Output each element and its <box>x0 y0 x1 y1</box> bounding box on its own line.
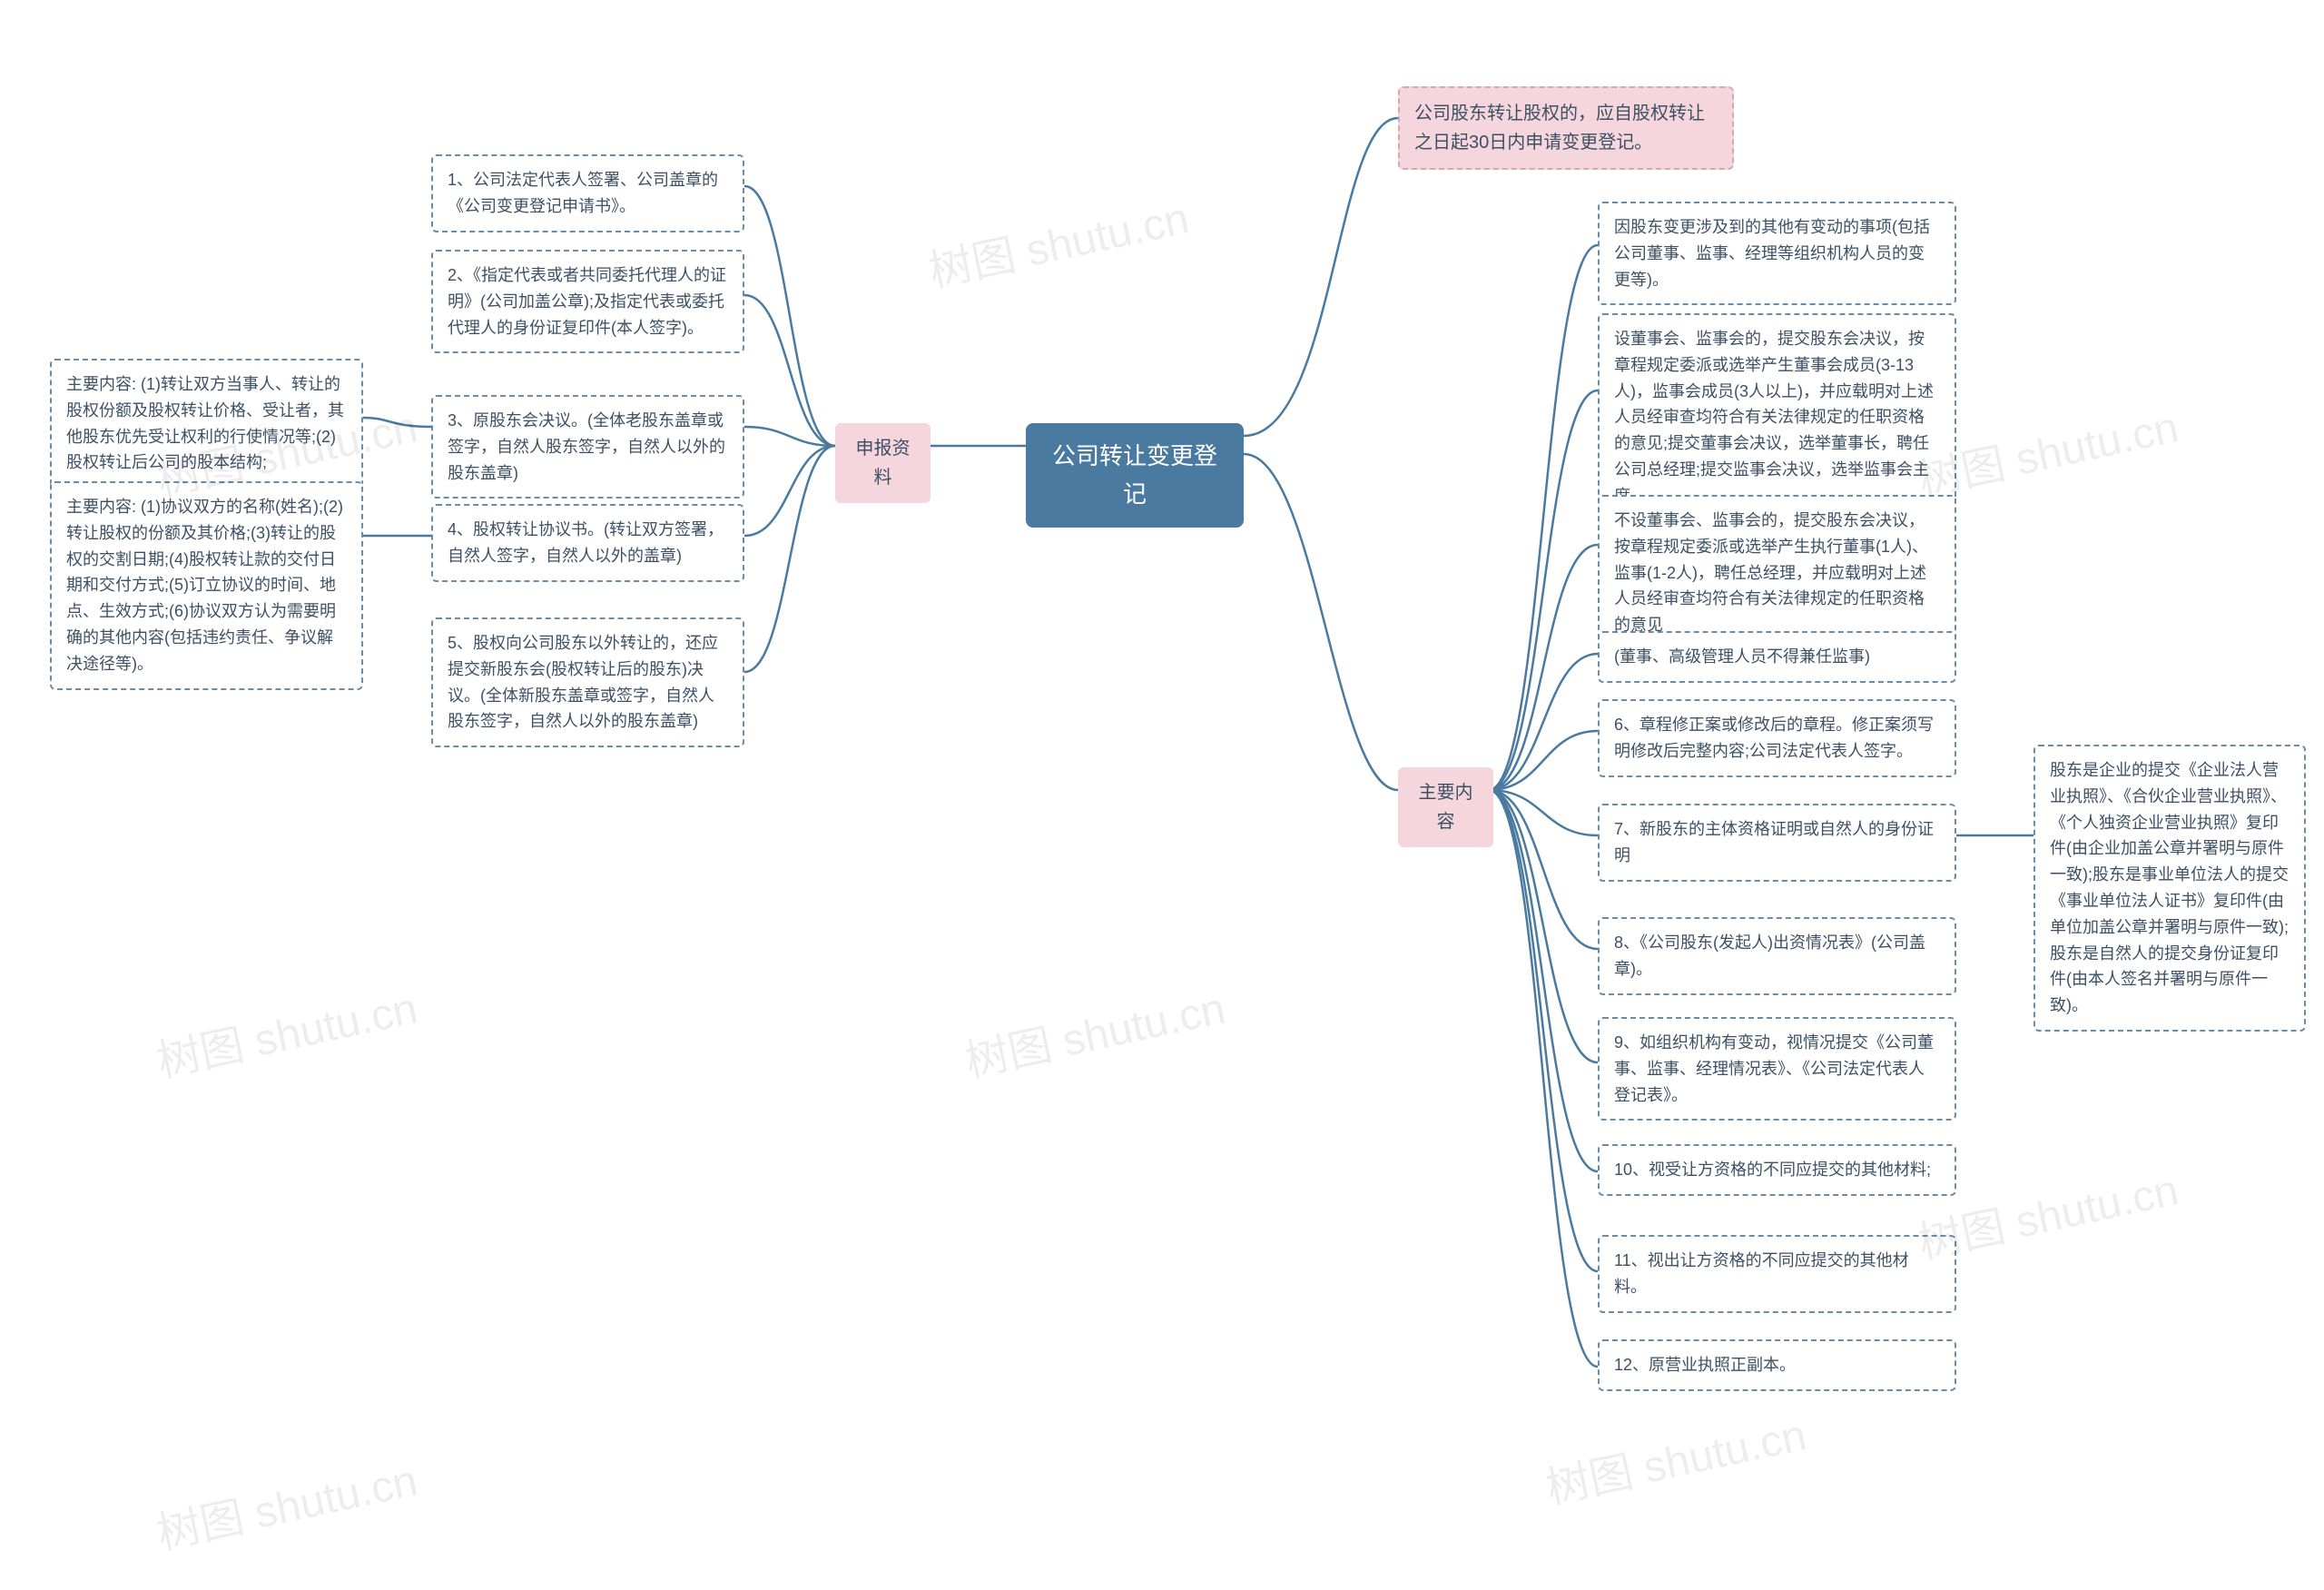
right-item-6[interactable]: 7、新股东的主体资格证明或自然人的身份证明 <box>1598 804 1956 882</box>
left-sub-4[interactable]: 主要内容: (1)协议双方的名称(姓名);(2)转让股权的份额及其价格;(3)转… <box>50 481 363 690</box>
right-item-6-text: 7、新股东的主体资格证明或自然人的身份证明 <box>1614 820 1934 864</box>
left-item-3-text: 3、原股东会决议。(全体老股东盖章或签字，自然人股东签字，自然人以外的股东盖章) <box>448 411 725 482</box>
left-item-5-text: 5、股权向公司股东以外转让的，还应提交新股东会(股权转让后的股东)决议。(全体新… <box>448 634 718 730</box>
right-item-2-text: 设董事会、监事会的，提交股东会决议，按章程规定委派或选举产生董事会成员(3-13… <box>1614 330 1934 505</box>
right-item-7[interactable]: 8、《公司股东(发起人)出资情况表》(公司盖章)。 <box>1598 917 1956 995</box>
left-item-5[interactable]: 5、股权向公司股东以外转让的，还应提交新股东会(股权转让后的股东)决议。(全体新… <box>431 617 744 747</box>
left-item-2-text: 2、《指定代表或者共同委托代理人的证明》(公司加盖公章);及指定代表或委托代理人… <box>448 266 726 337</box>
right-branch-label: 主要内容 <box>1419 783 1473 832</box>
right-item-10-text: 11、视出让方资格的不同应提交的其他材料。 <box>1614 1251 1909 1296</box>
left-item-4[interactable]: 4、股权转让协议书。(转让双方签署，自然人签字，自然人以外的盖章) <box>431 504 744 582</box>
root-label: 公司转让变更登记 <box>1052 442 1217 508</box>
right-item-8-text: 9、如组织机构有变动，视情况提交《公司董事、监事、经理情况表》、《公司法定代表人… <box>1614 1033 1934 1104</box>
left-item-1[interactable]: 1、公司法定代表人签署、公司盖章的《公司变更登记申请书》。 <box>431 154 744 232</box>
left-item-4-text: 4、股权转让协议书。(转让双方签署，自然人签字，自然人以外的盖章) <box>448 520 724 565</box>
right-item-1[interactable]: 因股东变更涉及到的其他有变动的事项(包括公司董事、监事、经理等组织机构人员的变更… <box>1598 202 1956 305</box>
right-sub-6[interactable]: 股东是企业的提交《企业法人营业执照》、《合伙企业营业执照》、《个人独资企业营业执… <box>2034 745 2306 1032</box>
right-sub-6-text: 股东是企业的提交《企业法人营业执照》、《合伙企业营业执照》、《个人独资企业营业执… <box>2050 761 2289 1014</box>
right-item-8[interactable]: 9、如组织机构有变动，视情况提交《公司董事、监事、经理情况表》、《公司法定代表人… <box>1598 1017 1956 1121</box>
right-item-9[interactable]: 10、视受让方资格的不同应提交的其他材料; <box>1598 1144 1956 1196</box>
right-item-2[interactable]: 设董事会、监事会的，提交股东会决议，按章程规定委派或选举产生董事会成员(3-13… <box>1598 313 1956 522</box>
watermark: 树图 shutu.cn <box>959 973 1230 1090</box>
right-item-4-text: (董事、高级管理人员不得兼任监事) <box>1614 647 1870 666</box>
left-sub-3[interactable]: 主要内容: (1)转让双方当事人、转让的股权份额及股权转让价格、受让者，其他股东… <box>50 359 363 489</box>
left-branch-label: 申报资料 <box>856 439 911 488</box>
right-item-7-text: 8、《公司股东(发起人)出资情况表》(公司盖章)。 <box>1614 933 1925 978</box>
right-top-node[interactable]: 公司股东转让股权的，应自股权转让之日起30日内申请变更登记。 <box>1398 86 1734 170</box>
right-item-4[interactable]: (董事、高级管理人员不得兼任监事) <box>1598 631 1956 683</box>
left-branch-node[interactable]: 申报资料 <box>835 423 931 503</box>
watermark: 树图 shutu.cn <box>922 183 1194 300</box>
left-item-1-text: 1、公司法定代表人签署、公司盖章的《公司变更登记申请书》。 <box>448 171 718 215</box>
left-sub-4-text: 主要内容: (1)协议双方的名称(姓名);(2)转让股权的份额及其价格;(3)转… <box>66 498 343 673</box>
left-item-3[interactable]: 3、原股东会决议。(全体老股东盖章或签字，自然人股东签字，自然人以外的股东盖章) <box>431 395 744 499</box>
watermark: 树图 shutu.cn <box>151 973 422 1090</box>
left-sub-3-text: 主要内容: (1)转让双方当事人、转让的股权份额及股权转让价格、受让者，其他股东… <box>66 375 344 471</box>
right-item-5-text: 6、章程修正案或修改后的章程。修正案须写明修改后完整内容;公司法定代表人签字。 <box>1614 716 1934 760</box>
watermark: 树图 shutu.cn <box>151 1445 422 1562</box>
right-item-9-text: 10、视受让方资格的不同应提交的其他材料; <box>1614 1160 1931 1179</box>
right-branch-node[interactable]: 主要内容 <box>1398 767 1493 847</box>
watermark: 树图 shutu.cn <box>1540 1399 1811 1516</box>
right-item-1-text: 因股东变更涉及到的其他有变动的事项(包括公司董事、监事、经理等组织机构人员的变更… <box>1614 218 1930 289</box>
right-item-3[interactable]: 不设董事会、监事会的，提交股东会决议，按章程规定委派或选举产生执行董事(1人)、… <box>1598 495 1956 651</box>
right-item-3-text: 不设董事会、监事会的，提交股东会决议，按章程规定委派或选举产生执行董事(1人)、… <box>1614 511 1928 634</box>
right-item-11[interactable]: 12、原营业执照正副本。 <box>1598 1339 1956 1391</box>
right-item-11-text: 12、原营业执照正副本。 <box>1614 1356 1796 1374</box>
right-item-5[interactable]: 6、章程修正案或修改后的章程。修正案须写明修改后完整内容;公司法定代表人签字。 <box>1598 699 1956 777</box>
right-top-text: 公司股东转让股权的，应自股权转让之日起30日内申请变更登记。 <box>1414 104 1705 153</box>
root-node[interactable]: 公司转让变更登记 <box>1026 423 1244 528</box>
left-item-2[interactable]: 2、《指定代表或者共同委托代理人的证明》(公司加盖公章);及指定代表或委托代理人… <box>431 250 744 353</box>
right-item-10[interactable]: 11、视出让方资格的不同应提交的其他材料。 <box>1598 1235 1956 1313</box>
